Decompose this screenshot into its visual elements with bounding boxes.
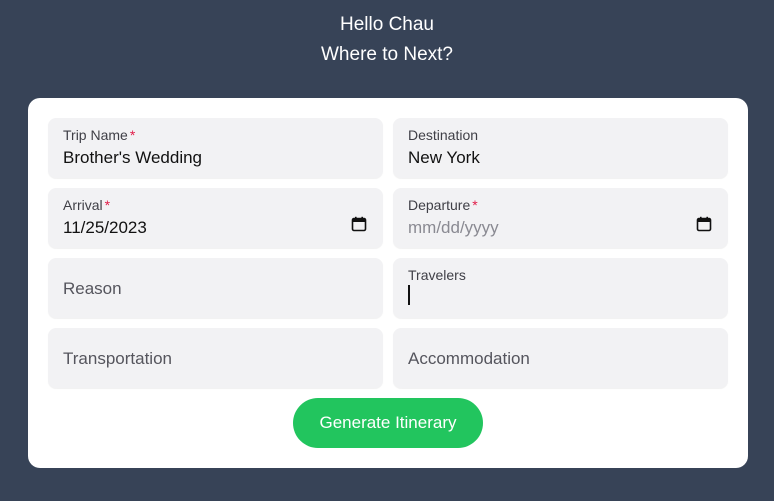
calendar-icon[interactable] (696, 216, 712, 232)
transportation-placeholder: Transportation (63, 349, 172, 368)
reason-field[interactable]: Reason (48, 258, 383, 318)
departure-date-field[interactable]: Departure * mm/dd/yyyy (393, 188, 728, 248)
reason-placeholder: Reason (63, 279, 122, 298)
destination-value: New York (408, 148, 480, 167)
arrival-label: Arrival * (63, 197, 111, 213)
accommodation-placeholder: Accommodation (408, 349, 530, 368)
accommodation-field[interactable]: Accommodation (393, 328, 728, 388)
required-marker: * (129, 127, 136, 143)
greeting-title: Hello Chau (340, 14, 434, 35)
greeting-header: Hello Chau Where to Next? (0, 10, 774, 70)
trip-name-label: Trip Name * (63, 127, 136, 143)
transportation-field[interactable]: Transportation (48, 328, 383, 388)
travelers-label: Travelers (408, 267, 466, 283)
departure-label: Departure * (408, 197, 478, 213)
greeting-subtitle: Where to Next? (321, 44, 453, 65)
calendar-icon[interactable] (351, 216, 367, 232)
trip-name-field[interactable]: Trip Name * Brother's Wedding (48, 118, 383, 178)
required-marker: * (104, 197, 111, 213)
trip-name-value: Brother's Wedding (63, 148, 203, 167)
destination-field[interactable]: Destination New York (393, 118, 728, 178)
required-marker: * (472, 197, 478, 213)
departure-placeholder: mm/dd/yyyy (408, 218, 499, 237)
destination-label: Destination (408, 127, 479, 143)
travelers-field[interactable]: Travelers (393, 258, 728, 318)
arrival-date-field[interactable]: Arrival * 11/25/2023 (48, 188, 383, 248)
generate-itinerary-button[interactable]: Generate Itinerary (293, 398, 483, 448)
trip-form-card: Trip Name * Brother's Wedding Destination… (28, 98, 748, 468)
text-cursor (408, 285, 410, 305)
arrival-value: 11/25/2023 (63, 218, 147, 237)
